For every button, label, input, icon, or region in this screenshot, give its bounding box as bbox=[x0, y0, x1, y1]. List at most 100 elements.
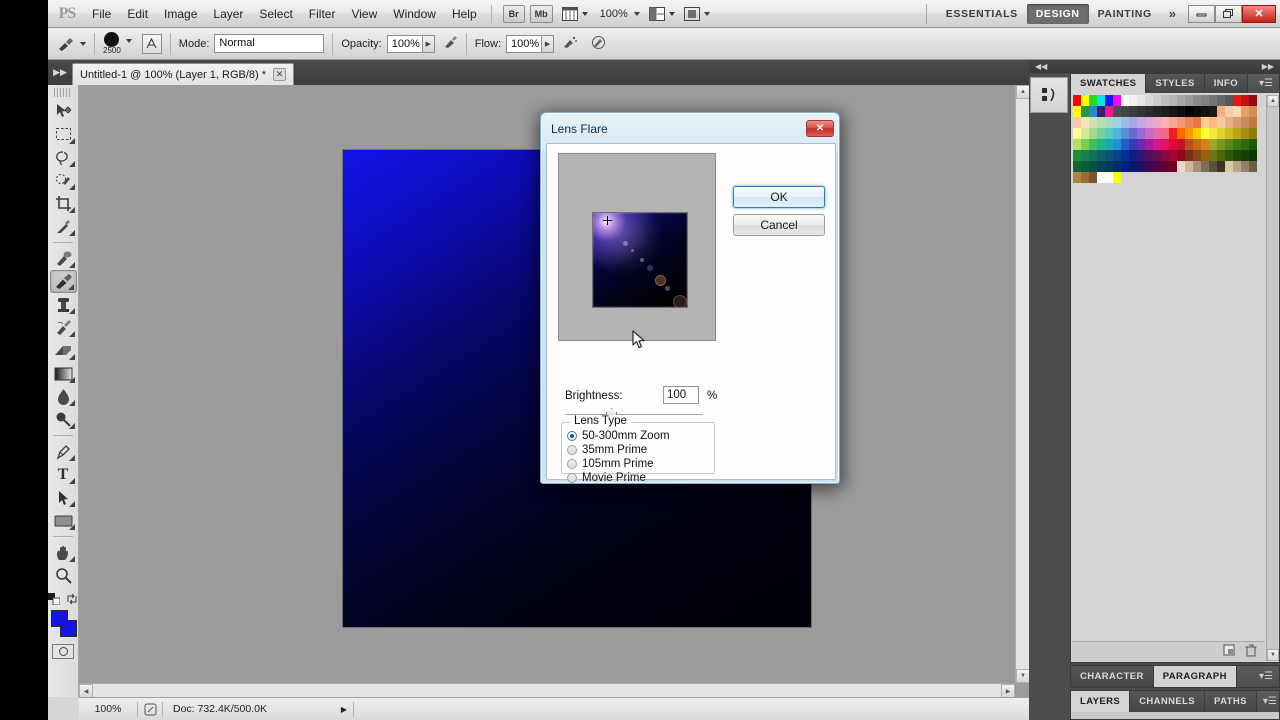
color-swatch[interactable] bbox=[1145, 161, 1153, 172]
canvas-horizontal-scrollbar[interactable]: ◀ ▶ bbox=[79, 683, 1015, 698]
color-swatch[interactable] bbox=[1249, 117, 1257, 128]
scroll-right-arrow-icon[interactable]: ▶ bbox=[1001, 684, 1015, 698]
color-swatch[interactable] bbox=[1121, 161, 1129, 172]
color-swatch[interactable] bbox=[1113, 106, 1121, 117]
color-swatch[interactable] bbox=[1097, 139, 1105, 150]
flow-input[interactable]: 100% bbox=[506, 34, 543, 53]
color-swatch[interactable] bbox=[1241, 139, 1249, 150]
color-swatch[interactable] bbox=[1193, 139, 1201, 150]
color-swatch[interactable] bbox=[1177, 117, 1185, 128]
color-swatch[interactable] bbox=[1097, 172, 1105, 183]
color-swatch[interactable] bbox=[1073, 161, 1081, 172]
active-tool-preset-picker[interactable] bbox=[56, 36, 86, 52]
color-swatch[interactable] bbox=[1161, 106, 1169, 117]
color-swatch[interactable] bbox=[1161, 150, 1169, 161]
spot-healing-brush-tool[interactable] bbox=[50, 247, 77, 270]
color-swatch[interactable] bbox=[1105, 128, 1113, 139]
color-swatch[interactable] bbox=[1153, 117, 1161, 128]
color-swatch[interactable] bbox=[1193, 106, 1201, 117]
color-swatch[interactable] bbox=[1129, 139, 1137, 150]
color-swatch[interactable] bbox=[1225, 139, 1233, 150]
color-swatch[interactable] bbox=[1129, 128, 1137, 139]
delete-swatch-icon[interactable] bbox=[1245, 644, 1257, 660]
scroll-left-arrow-icon[interactable]: ◀ bbox=[79, 684, 93, 698]
new-swatch-icon[interactable] bbox=[1223, 644, 1235, 659]
tab-swatches[interactable]: SWATCHES bbox=[1071, 74, 1147, 93]
color-swatch[interactable] bbox=[1169, 128, 1177, 139]
rectangle-tool[interactable] bbox=[50, 509, 77, 532]
tab-layers[interactable]: LAYERS bbox=[1071, 691, 1131, 712]
color-swatch[interactable] bbox=[1129, 117, 1137, 128]
color-swatch[interactable] bbox=[1089, 150, 1097, 161]
tab-styles[interactable]: STYLES bbox=[1146, 74, 1205, 93]
swatches-scroll-down-icon[interactable]: ▼ bbox=[1267, 649, 1279, 661]
color-swatch[interactable] bbox=[1089, 117, 1097, 128]
document-tab[interactable]: Untitled-1 @ 100% (Layer 1, RGB/8) * ✕ bbox=[72, 63, 295, 85]
color-swatch[interactable] bbox=[1073, 95, 1081, 106]
opacity-stepper[interactable]: ▶ bbox=[422, 34, 435, 53]
brightness-input[interactable]: 100 bbox=[663, 386, 699, 404]
pen-tool[interactable] bbox=[50, 440, 77, 463]
color-swatch[interactable] bbox=[1153, 161, 1161, 172]
color-swatch[interactable] bbox=[1225, 95, 1233, 106]
tab-paragraph[interactable]: PARAGRAPH bbox=[1153, 666, 1237, 687]
color-swatch[interactable] bbox=[1073, 128, 1081, 139]
menu-layer[interactable]: Layer bbox=[205, 1, 251, 27]
workspace-essentials[interactable]: ESSENTIALS bbox=[937, 4, 1027, 24]
quick-mask-toggle[interactable] bbox=[52, 644, 74, 659]
color-swatch[interactable] bbox=[1169, 106, 1177, 117]
workspace-painting[interactable]: PAINTING bbox=[1089, 4, 1161, 24]
color-swatch[interactable] bbox=[1105, 150, 1113, 161]
color-swatch[interactable] bbox=[1217, 117, 1225, 128]
color-swatch[interactable] bbox=[1209, 150, 1217, 161]
color-swatch[interactable] bbox=[1121, 128, 1129, 139]
color-swatch[interactable] bbox=[1185, 128, 1193, 139]
color-swatch[interactable] bbox=[1097, 128, 1105, 139]
minimize-button[interactable] bbox=[1188, 4, 1215, 23]
lens-flare-preview-image[interactable] bbox=[592, 212, 688, 308]
color-swatch[interactable] bbox=[1169, 95, 1177, 106]
color-swatch[interactable] bbox=[1089, 128, 1097, 139]
color-swatch[interactable] bbox=[1145, 95, 1153, 106]
zoom-tool[interactable] bbox=[50, 564, 77, 587]
color-swatch[interactable] bbox=[1225, 161, 1233, 172]
color-swatch[interactable] bbox=[1105, 95, 1113, 106]
color-swatch[interactable] bbox=[1137, 150, 1145, 161]
menu-help[interactable]: Help bbox=[444, 1, 485, 27]
color-swatch[interactable] bbox=[1177, 150, 1185, 161]
ok-button[interactable]: OK bbox=[733, 186, 825, 208]
color-swatch[interactable] bbox=[1209, 128, 1217, 139]
color-swatch[interactable] bbox=[1209, 95, 1217, 106]
color-swatch[interactable] bbox=[1233, 161, 1241, 172]
eyedropper-tool[interactable] bbox=[50, 215, 77, 238]
color-swatch[interactable] bbox=[1161, 128, 1169, 139]
color-swatch[interactable] bbox=[1097, 161, 1105, 172]
workspace-design[interactable]: DESIGN bbox=[1026, 3, 1089, 24]
color-swatch[interactable] bbox=[1241, 161, 1249, 172]
screen-mode-icon[interactable] bbox=[683, 6, 710, 21]
color-swatch[interactable] bbox=[1169, 161, 1177, 172]
color-swatch[interactable] bbox=[1145, 150, 1153, 161]
color-swatch[interactable] bbox=[1185, 139, 1193, 150]
color-swatch[interactable] bbox=[1201, 117, 1209, 128]
color-swatch[interactable] bbox=[1105, 139, 1113, 150]
launch-mini-bridge-button[interactable]: Mb bbox=[529, 4, 553, 23]
color-swatch[interactable] bbox=[1089, 172, 1097, 183]
tools-panel-grip[interactable] bbox=[54, 88, 72, 97]
foreground-color-swatch[interactable] bbox=[50, 610, 68, 627]
swatch-grid[interactable] bbox=[1071, 93, 1279, 185]
color-swatch[interactable] bbox=[1089, 161, 1097, 172]
color-swatch[interactable] bbox=[1081, 128, 1089, 139]
lens-type-option-105mm-prime[interactable]: 105mm Prime bbox=[567, 457, 654, 471]
color-swatch[interactable] bbox=[1201, 161, 1209, 172]
color-swatch[interactable] bbox=[1113, 128, 1121, 139]
color-swatch[interactable] bbox=[1201, 139, 1209, 150]
color-swatch[interactable] bbox=[1217, 106, 1225, 117]
color-swatch[interactable] bbox=[1073, 139, 1081, 150]
rectangular-marquee-tool[interactable] bbox=[50, 123, 77, 146]
tab-character[interactable]: CHARACTER bbox=[1071, 666, 1154, 687]
color-swatch[interactable] bbox=[1241, 106, 1249, 117]
status-preview-icon[interactable] bbox=[138, 703, 162, 716]
color-swatch[interactable] bbox=[1121, 95, 1129, 106]
color-swatch[interactable] bbox=[1097, 106, 1105, 117]
